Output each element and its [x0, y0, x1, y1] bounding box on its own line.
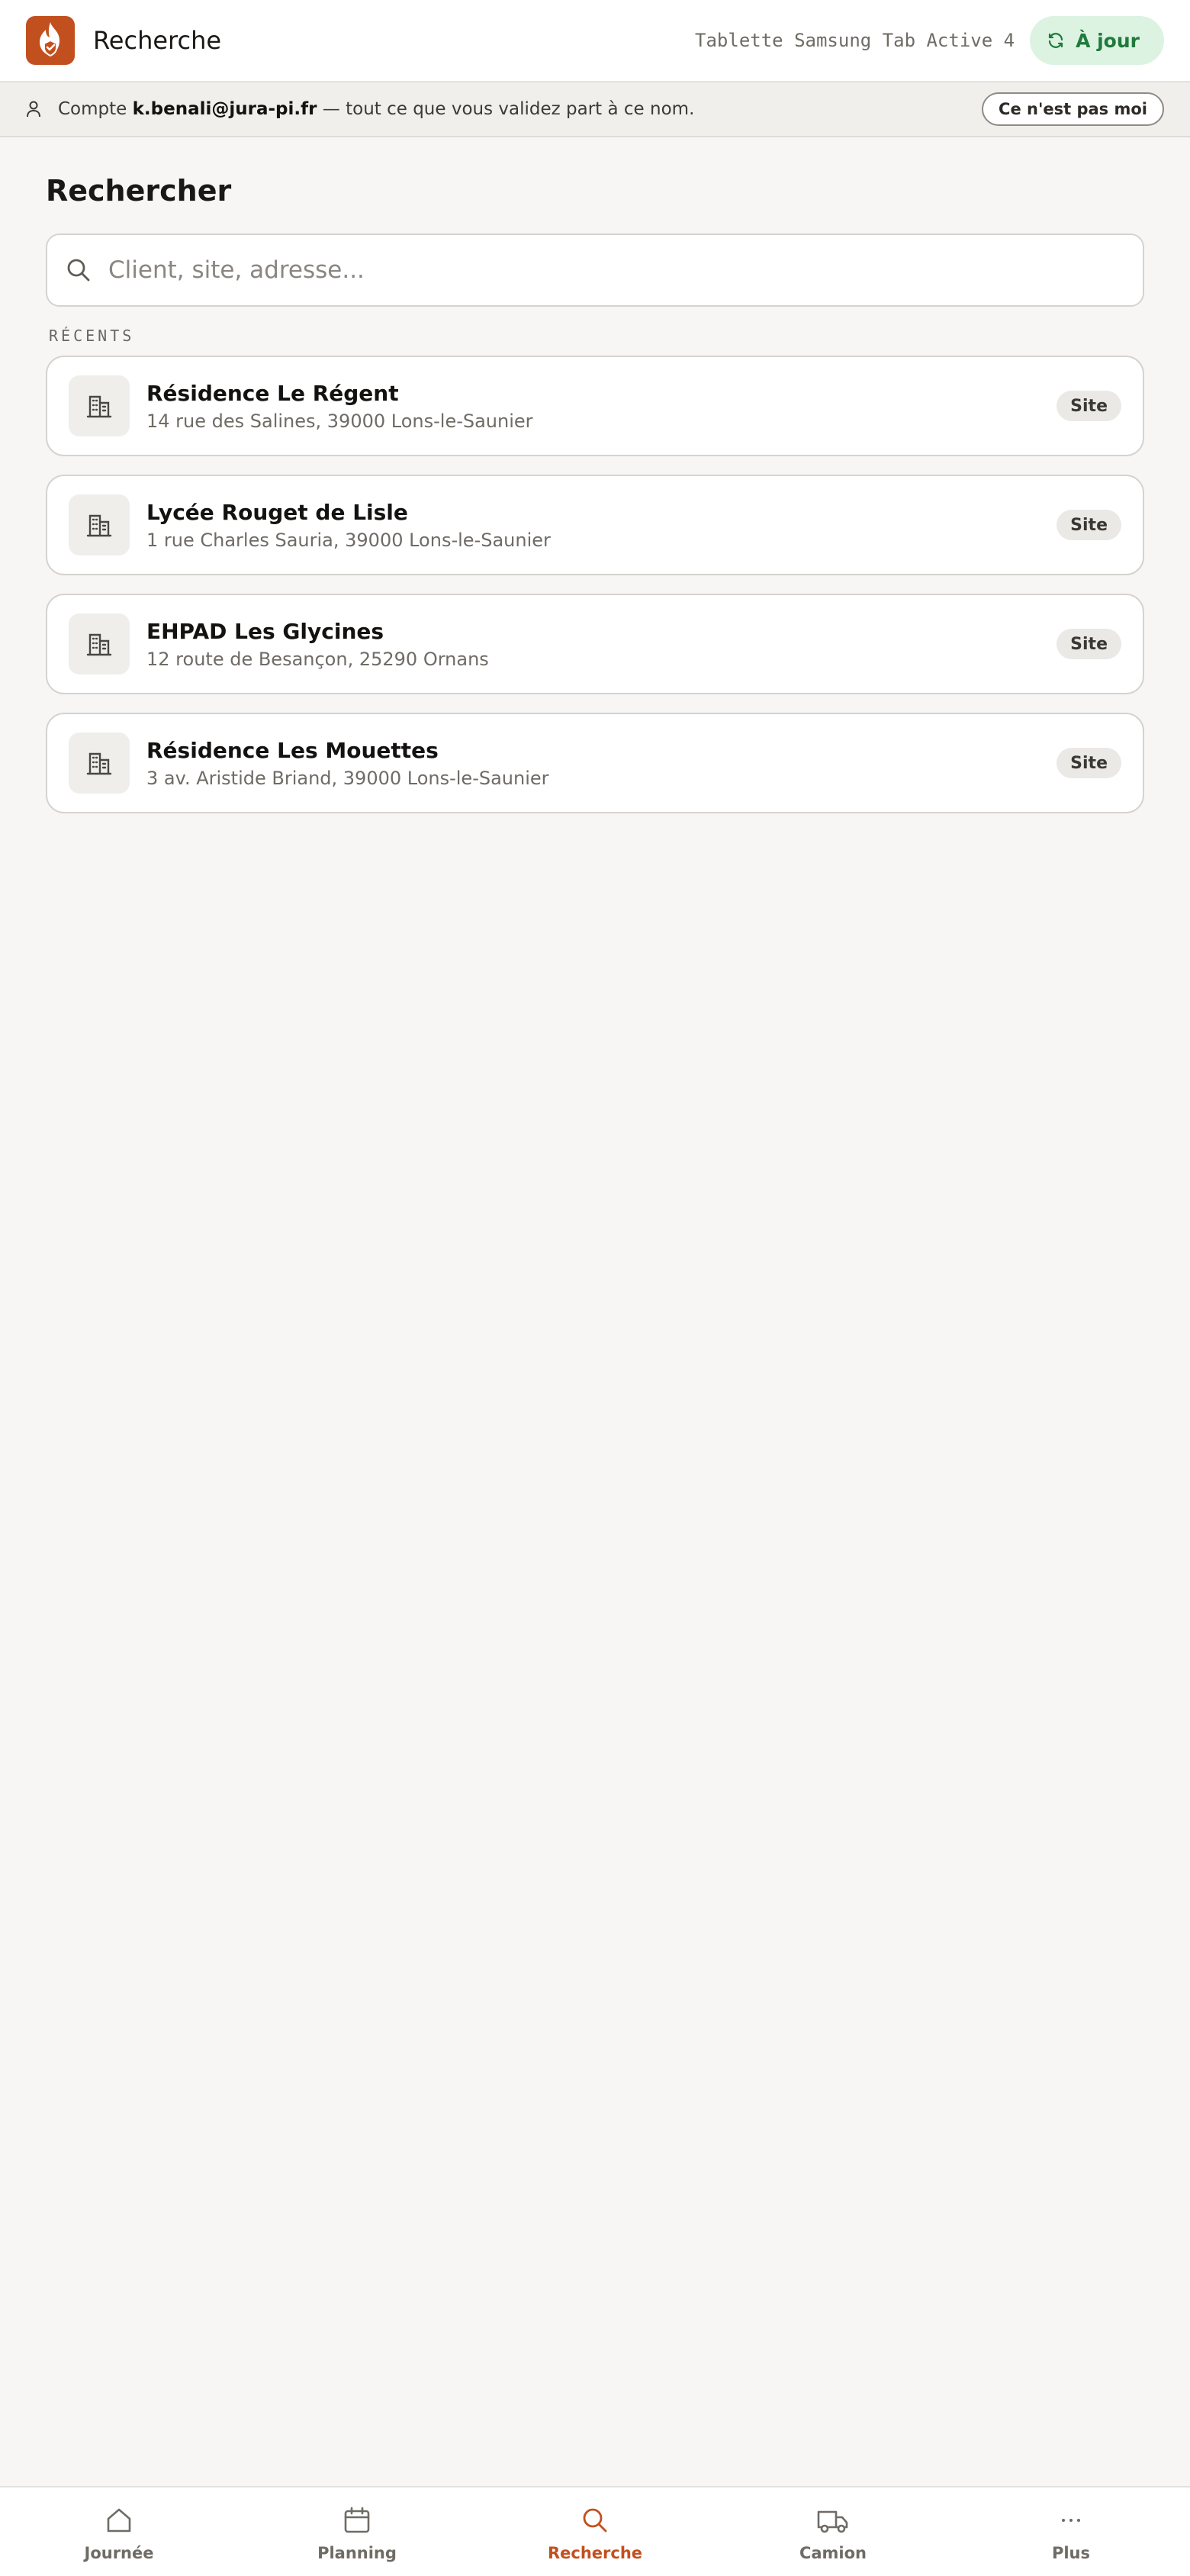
- app-header: Recherche Tablette Samsung Tab Active 4 …: [0, 0, 1190, 82]
- nav-label: Camion: [799, 2544, 867, 2562]
- nav-label: Plus: [1051, 2544, 1091, 2562]
- flame-shield-icon: [40, 22, 60, 57]
- home-icon: [104, 2503, 134, 2538]
- search-box[interactable]: [46, 233, 1144, 307]
- site-address: 12 route de Besançon, 25290 Ornans: [146, 648, 489, 670]
- nav-item-planning[interactable]: Planning: [238, 2487, 476, 2576]
- sync-label: À jour: [1076, 29, 1140, 52]
- site-name: EHPAD Les Glycines: [146, 618, 384, 644]
- nav-item-recherche[interactable]: Recherche: [476, 2487, 714, 2576]
- sync-status-button[interactable]: À jour: [1030, 16, 1164, 65]
- nav-item-camion[interactable]: Camion: [714, 2487, 952, 2576]
- account-banner: Compte k.benali@jura-pi.fr — tout ce que…: [0, 82, 1190, 137]
- nav-label: Planning: [317, 2544, 397, 2562]
- type-badge: Site: [1057, 510, 1121, 540]
- building-icon: [69, 375, 130, 436]
- refresh-icon: [1048, 33, 1063, 48]
- app-logo: [26, 16, 75, 65]
- type-badge: Site: [1057, 629, 1121, 659]
- site-name: Résidence Les Mouettes: [146, 737, 439, 763]
- list-item[interactable]: Résidence Le Régent 14 rue des Salines, …: [46, 356, 1144, 456]
- building-icon: [69, 733, 130, 794]
- type-badge: Site: [1057, 391, 1121, 421]
- search-input[interactable]: [108, 256, 1124, 284]
- site-name: Résidence Le Régent: [146, 380, 399, 406]
- nav-item-journee[interactable]: Journée: [0, 2487, 238, 2576]
- bottom-nav: Journée Planning Recherche Camion Plus: [0, 2486, 1190, 2576]
- list-item[interactable]: Résidence Les Mouettes 3 av. Aristide Br…: [46, 713, 1144, 813]
- site-name: Lycée Rouget de Lisle: [146, 499, 408, 525]
- page-title: Recherche: [93, 26, 222, 55]
- nav-item-plus[interactable]: Plus: [952, 2487, 1190, 2576]
- calendar-icon: [342, 2503, 372, 2538]
- site-address: 1 rue Charles Sauria, 39000 Lons-le-Saun…: [146, 529, 551, 551]
- account-text: Compte k.benali@jura-pi.fr — tout ce que…: [58, 99, 695, 119]
- more-icon: [1056, 2503, 1086, 2538]
- nav-label: Journée: [84, 2544, 154, 2562]
- building-icon: [69, 613, 130, 675]
- search-icon: [67, 259, 90, 282]
- type-badge: Site: [1057, 748, 1121, 778]
- list-item[interactable]: Lycée Rouget de Lisle 1 rue Charles Saur…: [46, 475, 1144, 575]
- device-name: Tablette Samsung Tab Active 4: [695, 30, 1015, 51]
- search-icon: [580, 2503, 610, 2538]
- user-icon: [26, 101, 41, 118]
- site-address: 3 av. Aristide Briand, 39000 Lons-le-Sau…: [146, 767, 549, 789]
- recents-list: Résidence Le Régent 14 rue des Salines, …: [46, 356, 1144, 832]
- recents-label: RÉCENTS: [49, 327, 135, 345]
- nav-label: Recherche: [547, 2544, 643, 2562]
- list-item[interactable]: EHPAD Les Glycines 12 route de Besançon,…: [46, 594, 1144, 694]
- account-email: k.benali@jura-pi.fr: [132, 99, 317, 119]
- section-title: Rechercher: [46, 174, 232, 208]
- site-address: 14 rue des Salines, 39000 Lons-le-Saunie…: [146, 410, 533, 432]
- truck-icon: [816, 2503, 850, 2538]
- not-me-button[interactable]: Ce n'est pas moi: [982, 92, 1164, 126]
- building-icon: [69, 494, 130, 555]
